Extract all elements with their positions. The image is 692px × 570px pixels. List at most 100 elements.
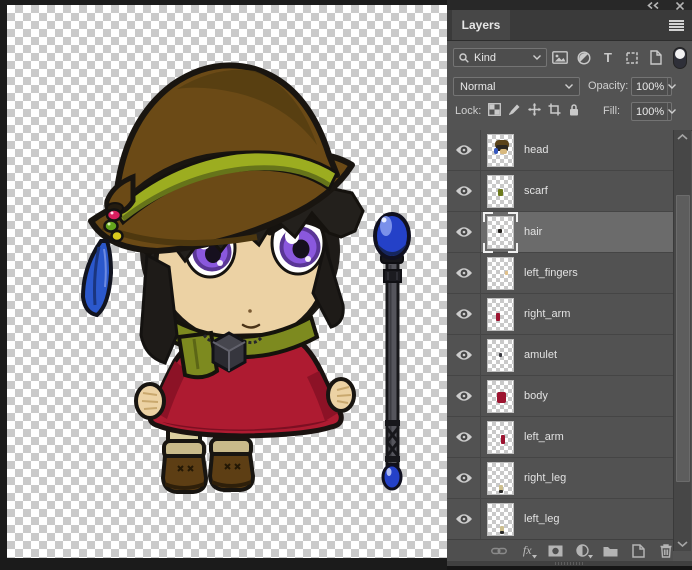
visibility-toggle[interactable] [447,212,481,252]
chevron-down-icon [565,84,573,89]
layer-name: body [524,390,548,402]
layer-row-left_arm[interactable]: left_arm [447,417,673,458]
layer-row-left_leg[interactable]: left_leg [447,499,673,540]
layers-scrollbar[interactable] [673,130,691,551]
opacity-input[interactable]: 100% [631,77,677,96]
filter-pixel-layers-icon[interactable] [552,50,568,66]
layer-name: right_arm [524,308,571,320]
visibility-toggle[interactable] [447,376,481,416]
drag-handle-icon [555,562,583,565]
layer-controls: Kind T Normal Opacity: 100% Lock: Fill: … [447,41,692,131]
lock-image-pixels-icon[interactable] [508,103,521,121]
character-illustration [80,62,411,494]
layer-thumbnail[interactable] [487,174,514,208]
filter-type-layers-icon[interactable]: T [600,50,616,66]
layer-row-left_fingers[interactable]: left_fingers [447,253,673,294]
layers-panel: Layers Kind T Normal Opacity: 100% Lock:… [447,0,692,570]
layer-thumbnail[interactable] [487,461,514,495]
layer-thumbnail[interactable] [487,256,514,290]
document-canvas[interactable] [7,5,447,558]
layer-row-body[interactable]: body [447,376,673,417]
chevron-down-icon [531,554,537,558]
panel-menu-icon[interactable] [669,20,684,31]
lock-icons [488,102,580,121]
visibility-toggle[interactable] [447,171,481,211]
kind-filter-dropdown[interactable]: Kind [453,48,547,67]
layer-row-right_leg[interactable]: right_leg [447,458,673,499]
layer-thumbnail[interactable] [487,502,514,536]
layer-effects-button[interactable]: fx [520,543,537,559]
filter-adjustment-layers-icon[interactable] [576,50,592,66]
visibility-toggle[interactable] [447,130,481,170]
eye-icon [455,186,472,196]
tab-layers[interactable]: Layers [452,10,510,40]
layer-filter-icons: T [552,48,664,67]
layer-name: left_leg [524,513,560,525]
visibility-toggle[interactable] [447,458,481,498]
scroll-up-icon[interactable] [677,134,688,140]
visibility-toggle[interactable] [447,335,481,375]
new-adjustment-layer-icon[interactable] [576,543,593,559]
visibility-toggle[interactable] [447,253,481,293]
layer-row-hair[interactable]: hair [447,211,673,253]
visibility-toggle[interactable] [447,499,481,539]
scroll-down-icon[interactable] [677,541,688,547]
layer-thumbnail[interactable] [487,338,514,372]
layer-thumbnail[interactable] [487,379,514,413]
chevron-down-icon [668,84,677,89]
layer-thumbnail[interactable] [487,297,514,331]
eye-icon [455,309,472,319]
new-group-icon[interactable] [603,543,618,559]
photoshop-window: Layers Kind T Normal Opacity: 100% Lock:… [0,0,692,570]
layer-row-amulet[interactable]: amulet [447,335,673,376]
panel-tab-bar: Layers [447,10,692,41]
visibility-toggle[interactable] [447,417,481,457]
eye-icon [455,514,472,524]
layer-name: right_leg [524,472,567,484]
eye-icon [455,391,472,401]
chevron-down-icon [533,55,541,60]
lock-position-icon[interactable] [528,102,541,121]
eye-icon [455,350,472,360]
layers-tab-label: Layers [461,18,501,32]
fill-label: Fill: [603,105,621,117]
visibility-toggle[interactable] [447,294,481,334]
blend-mode-dropdown[interactable]: Normal [453,77,580,96]
fill-input[interactable]: 100% [631,102,677,121]
collapse-panel-icon[interactable] [646,2,660,9]
layer-row-right_arm[interactable]: right_arm [447,294,673,335]
eye-icon [455,432,472,442]
panel-bottom-edge [447,566,692,570]
eye-icon [455,145,472,155]
blend-mode-value: Normal [460,80,496,93]
chevron-down-icon [668,109,677,114]
lock-transparency-icon[interactable] [488,102,501,121]
layer-row-head[interactable]: head [447,130,673,171]
lock-artboard-icon[interactable] [548,103,561,121]
new-layer-icon[interactable] [631,543,646,559]
delete-layer-icon[interactable] [659,543,674,559]
layer-thumbnail[interactable] [487,133,514,167]
layer-thumbnail[interactable] [487,420,514,454]
close-panel-icon[interactable] [676,2,684,10]
filter-smart-object-icon[interactable] [648,50,664,66]
lock-all-icon[interactable] [568,103,580,121]
layer-list: head scarf hair left_fingers right_armamulet… [447,130,673,540]
layer-row-scarf[interactable]: scarf [447,171,673,212]
opacity-value: 100% [636,80,665,93]
staff-illustration [373,212,411,491]
eye-icon [455,473,472,483]
layers-bottom-bar: fx [447,539,673,561]
canvas-area [0,0,447,570]
filter-toggle[interactable] [673,47,687,69]
link-layers-icon[interactable] [491,543,507,559]
opacity-label: Opacity: [588,80,629,92]
eye-icon [455,227,472,237]
filter-shape-layers-icon[interactable] [624,50,640,66]
chevron-down-icon [588,554,593,558]
layer-name: hair [524,226,543,238]
add-layer-mask-icon[interactable] [548,543,563,559]
layer-name: amulet [524,349,558,361]
layer-name: left_arm [524,431,564,443]
scrollbar-thumb[interactable] [676,195,690,482]
